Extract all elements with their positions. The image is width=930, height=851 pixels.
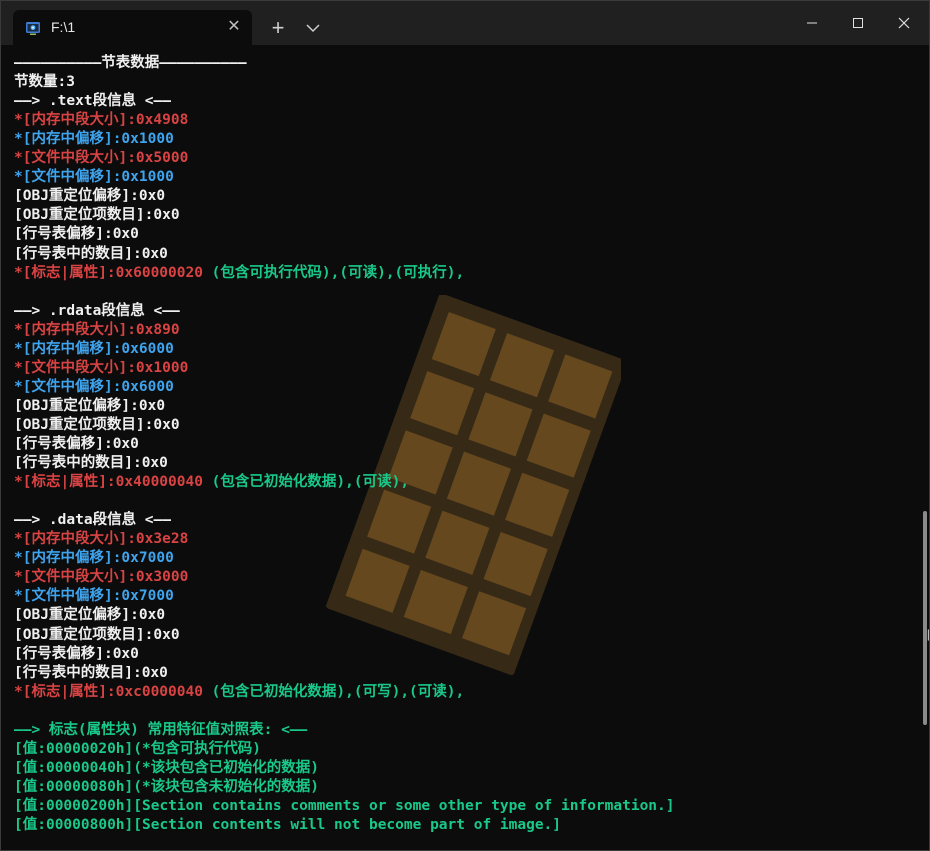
output-line-text: [行号表中的数目]:0x0 [14, 455, 168, 472]
output-line-text: *[文件中段大小]:0x5000 [14, 150, 189, 167]
output-line: [行号表中的数目]:0x0 [14, 245, 168, 264]
output-line: [行号表中的数目]:0x0 [14, 454, 168, 473]
output-line-text: [值:00000080h](*该块包含未初始化的数据) [14, 778, 319, 795]
output-line: [OBJ重定位项数目]:0x0 [14, 626, 180, 645]
terminal-window: F:\1 ✕ + ——————————节表数据—————————— 节数量:3 … [0, 0, 930, 851]
output-line-text: *[文件中段大小]:0x3000 [14, 569, 189, 586]
minimize-button[interactable] [789, 1, 835, 45]
output-line: *[文件中段大小]:0x1000 [14, 359, 188, 378]
output-line: *[标志|属性]:0x60000020 (包含可执行代码),(可读),(可执行)… [14, 264, 464, 283]
output-line: [行号表偏移]:0x0 [14, 645, 139, 664]
output-line-text: *[标志|属性]:0x60000020 [14, 264, 203, 281]
output-line-text: [值:00000020h](*包含可执行代码) [14, 740, 261, 757]
output-line-text: [行号表中的数目]:0x0 [14, 664, 168, 681]
output-line: *[内存中段大小]:0x4908 [14, 111, 188, 130]
maximize-icon [853, 18, 863, 28]
chevron-down-icon[interactable] [303, 17, 323, 39]
output-line-text: [OBJ重定位项数目]:0x0 [14, 207, 180, 224]
output-line: [OBJ重定位项数目]:0x0 [14, 416, 180, 435]
output-line-text: *[内存中段大小]:0x3e28 [14, 531, 189, 548]
output-line: ——> 标志(属性块) 常用特征值对照表: <—— [14, 721, 307, 740]
output-line: [值:00000020h](*包含可执行代码) [14, 740, 261, 759]
console-output[interactable]: ——————————节表数据—————————— 节数量:3 ——> .text段信… [1, 45, 929, 850]
output-line-text: [行号表偏移]:0x0 [14, 226, 139, 243]
output-line-text: [OBJ重定位项数目]:0x0 [14, 416, 180, 433]
output-line: *[标志|属性]:0x40000040 (包含已初始化数据),(可读), [14, 473, 409, 492]
output-line-text: [值:00000040h](*该块包含已初始化的数据) [14, 759, 319, 776]
output-line-text: *[内存中段大小]:0x890 [14, 321, 180, 338]
output-line: [OBJ重定位偏移]:0x0 [14, 187, 165, 206]
minimize-icon [807, 22, 817, 24]
close-window-button[interactable] [881, 1, 927, 45]
output-line-text: *[文件中偏移]:0x7000 [14, 588, 174, 605]
output-line-text: ——> .rdata段信息 <—— [14, 302, 180, 319]
tab-close-button[interactable]: ✕ [224, 17, 244, 37]
output-line-text: ——————————节表数据—————————— [14, 55, 247, 71]
output-line: [行号表偏移]:0x0 [14, 225, 139, 244]
output-line-text: [值:00000800h][Section contents will not … [14, 817, 562, 833]
output-line: *[内存中偏移]:0x1000 [14, 130, 174, 149]
maximize-button[interactable] [835, 1, 881, 45]
output-line-text: *[标志|属性]:0x40000040 [14, 474, 203, 491]
output-line-text: *[标志|属性]:0xc0000040 [14, 683, 203, 700]
output-line: *[标志|属性]:0xc0000040 (包含已初始化数据),(可写),(可读)… [14, 683, 464, 702]
output-line: [行号表中的数目]:0x0 [14, 664, 168, 683]
output-line: [值:00000800h][Section contents will not … [14, 816, 561, 835]
output-line: ——> .text段信息 <—— [14, 92, 171, 111]
output-line: ——> .data段信息 <—— [14, 511, 171, 530]
output-line-flags: (包含可执行代码),(可读),(可执行), [202, 264, 465, 281]
output-line: *[内存中偏移]:0x7000 [14, 549, 174, 568]
tab-active[interactable]: F:\1 ✕ [13, 10, 252, 45]
output-line: *[内存中段大小]:0x3e28 [14, 530, 188, 549]
output-line-text: [行号表偏移]:0x0 [14, 436, 139, 452]
output-line: [行号表偏移]:0x0 [14, 435, 139, 454]
output-line-text: [OBJ重定位项数目]:0x0 [14, 626, 180, 643]
output-line-text: [OBJ重定位偏移]:0x0 [14, 397, 166, 414]
output-line-text: *[内存中偏移]:0x1000 [14, 131, 174, 148]
output-line: *[内存中偏移]:0x6000 [14, 340, 174, 359]
output-line: *[文件中段大小]:0x3000 [14, 568, 188, 587]
output-line: [值:00000040h](*该块包含已初始化的数据) [14, 759, 319, 778]
close-icon [898, 17, 910, 29]
output-line: *[文件中段大小]:0x5000 [14, 149, 188, 168]
output-line-text: *[文件中偏移]:0x6000 [14, 378, 174, 395]
output-line-text: [值:00000200h][Section contains comments … [14, 797, 675, 814]
output-line-flags: (包含已初始化数据),(可读), [202, 474, 410, 491]
output-line-text: *[内存中偏移]:0x6000 [14, 340, 174, 357]
output-line-text: *[文件中段大小]:0x1000 [14, 359, 189, 376]
output-line: *[文件中偏移]:0x7000 [14, 587, 174, 606]
output-line: 节数量:3 [14, 73, 75, 92]
output-line-text: [OBJ重定位偏移]:0x0 [14, 607, 166, 624]
output-line-text: [行号表偏移]:0x0 [14, 645, 139, 662]
tab-title: F:\1 [51, 19, 76, 35]
output-line-text: [OBJ重定位偏移]:0x0 [14, 188, 166, 205]
output-line-text: *[文件中偏移]:0x1000 [14, 169, 174, 186]
output-line-text: ——> .data段信息 <—— [14, 512, 171, 529]
new-tab-button[interactable]: + [267, 17, 289, 39]
output-line-text: *[内存中偏移]:0x7000 [14, 550, 174, 567]
output-line-text: ——> 标志(属性块) 常用特征值对照表: <—— [14, 721, 308, 738]
output-line: [值:00000080h](*该块包含未初始化的数据) [14, 778, 319, 797]
output-line: *[内存中段大小]:0x890 [14, 321, 180, 340]
output-line: [OBJ重定位项数目]:0x0 [14, 206, 180, 225]
title-bar[interactable]: F:\1 ✕ + [1, 1, 929, 45]
output-line-text: ——> .text段信息 <—— [14, 93, 171, 110]
output-line-text: 节数量:3 [14, 74, 75, 91]
scrollbar-thumb[interactable] [923, 511, 927, 725]
output-line: [值:00000200h][Section contains comments … [14, 797, 675, 816]
output-line: ——> .rdata段信息 <—— [14, 302, 180, 321]
output-line: [OBJ重定位偏移]:0x0 [14, 397, 165, 416]
output-line-text: [行号表中的数目]:0x0 [14, 245, 168, 262]
output-line: *[文件中偏移]:0x6000 [14, 378, 174, 397]
output-line-flags: (包含已初始化数据),(可写),(可读), [202, 683, 465, 700]
output-line: ——————————节表数据—————————— [14, 54, 247, 73]
output-line-text: *[内存中段大小]:0x4908 [14, 112, 189, 129]
terminal-app-icon [26, 22, 40, 35]
output-line: *[文件中偏移]:0x1000 [14, 168, 174, 187]
output-line: [OBJ重定位偏移]:0x0 [14, 606, 165, 625]
